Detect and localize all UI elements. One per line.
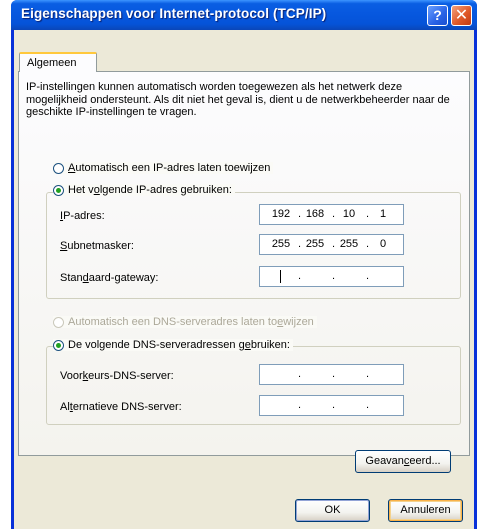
auto-dns-label: Automatisch een DNS-serveradres laten to… <box>68 316 314 328</box>
default-gateway-label: Standaard-gateway: <box>60 272 159 284</box>
tab-algemeen[interactable]: Algemeen <box>19 52 97 72</box>
radio-button-icon <box>53 162 64 174</box>
advanced-button[interactable]: Geavanceerd... <box>355 450 451 473</box>
ip-octet-1: 192 <box>271 208 291 220</box>
manual-ip-radio[interactable]: Het volgende IP-adres gebruiken: <box>53 184 235 196</box>
octet-separator: . <box>298 399 302 411</box>
window-title: Eigenschappen voor Internet-protocol (TC… <box>21 6 327 21</box>
auto-ip-radio[interactable]: Automatisch een IP-adres laten toewijzen <box>53 162 274 174</box>
octet-separator: . <box>366 368 370 380</box>
subnet-octet-4: 0 <box>379 238 387 250</box>
radio-button-icon <box>53 339 64 351</box>
title-bar[interactable]: Eigenschappen voor Internet-protocol (TC… <box>11 0 477 30</box>
ip-address-input[interactable]: 192 . 168 . 10 . 1 <box>259 204 404 225</box>
cancel-button[interactable]: Annuleren <box>388 499 463 522</box>
radio-button-icon <box>53 316 64 328</box>
auto-ip-label: Automatisch een IP-adres laten toewijzen <box>68 162 271 174</box>
dialog-body: Algemeen IP-instellingen kunnen automati… <box>14 30 474 529</box>
advanced-button-label: Geavanceerd... <box>365 455 441 467</box>
close-icon[interactable]: ✕ <box>451 5 472 26</box>
ip-octet-4: 1 <box>379 208 387 220</box>
alternate-dns-label: Alternatieve DNS-server: <box>60 401 182 413</box>
auto-dns-radio[interactable]: Automatisch een DNS-serveradres laten to… <box>53 316 317 328</box>
subnet-octet-3: 255 <box>339 238 359 250</box>
preferred-dns-label: Voorkeurs-DNS-server: <box>60 370 174 382</box>
dialog-window: Eigenschappen voor Internet-protocol (TC… <box>11 0 477 529</box>
octet-separator: . <box>332 399 336 411</box>
octet-separator: . <box>332 270 336 282</box>
octet-separator: . <box>366 399 370 411</box>
text-caret <box>280 270 281 283</box>
tab-label: Algemeen <box>27 57 77 69</box>
intro-text: IP-instellingen kunnen automatisch worde… <box>26 81 450 118</box>
alternate-dns-input[interactable]: . . . <box>259 395 404 416</box>
ok-button[interactable]: OK <box>295 499 370 522</box>
help-icon[interactable]: ? <box>427 5 448 26</box>
manual-dns-label: De volgende DNS-serveradressen gebruiken… <box>68 339 290 351</box>
octet-separator: . <box>298 368 302 380</box>
subnet-octet-2: 255 <box>305 238 325 250</box>
subnet-mask-input[interactable]: 255 . 255 . 255 . 0 <box>259 234 404 255</box>
manual-ip-label: Het volgende IP-adres gebruiken: <box>68 184 232 196</box>
ip-octet-3: 10 <box>342 208 356 220</box>
default-gateway-input[interactable]: . . . <box>259 266 404 287</box>
octet-separator: . <box>298 270 302 282</box>
ip-address-label: IP-adres: <box>60 210 105 222</box>
octet-separator: . <box>332 368 336 380</box>
octet-separator: . <box>366 270 370 282</box>
radio-button-icon <box>53 184 64 196</box>
manual-dns-radio[interactable]: De volgende DNS-serveradressen gebruiken… <box>53 339 293 351</box>
ip-octet-2: 168 <box>305 208 325 220</box>
subnet-mask-label: Subnetmasker: <box>60 240 134 252</box>
subnet-octet-1: 255 <box>271 238 291 250</box>
preferred-dns-input[interactable]: . . . <box>259 364 404 385</box>
